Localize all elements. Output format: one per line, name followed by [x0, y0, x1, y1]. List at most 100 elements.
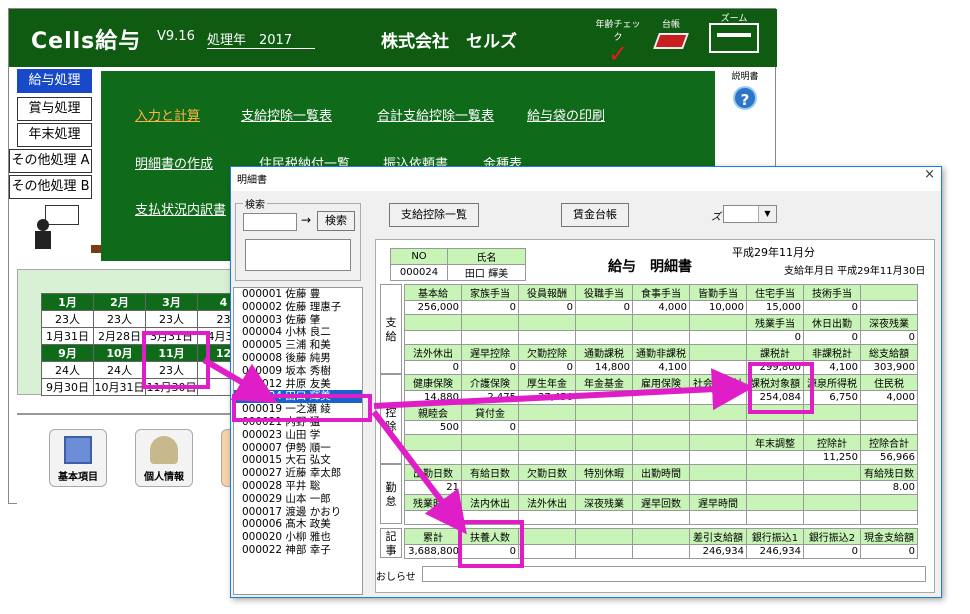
field-value[interactable]: 0	[461, 360, 519, 375]
field-value[interactable]	[632, 330, 690, 345]
employee-list-item[interactable]: 000029 山本 一郎	[242, 493, 362, 506]
field-value[interactable]	[632, 510, 690, 525]
field-value[interactable]	[575, 510, 633, 525]
field-value[interactable]: 0	[803, 544, 861, 559]
menu-total-pay-deduction-list[interactable]: 合計支給控除一覧表	[377, 105, 494, 124]
employee-list-item[interactable]: 000017 渡邊 かおり	[242, 506, 362, 519]
field-value[interactable]: 4,000	[632, 300, 690, 315]
zoom-select[interactable]: ▼	[723, 205, 777, 223]
month-cell[interactable]: 2月	[93, 293, 146, 311]
month-cell[interactable]: 3月	[145, 293, 198, 311]
field-value[interactable]	[689, 480, 747, 495]
field-value[interactable]	[518, 420, 576, 435]
employee-list-item[interactable]: 000002 佐藤 理惠子	[242, 301, 362, 314]
field-value[interactable]	[518, 330, 576, 345]
field-value[interactable]	[632, 480, 690, 495]
field-value[interactable]: 21	[404, 480, 462, 495]
field-value[interactable]	[632, 450, 690, 465]
field-value[interactable]: 4,000	[860, 390, 918, 405]
tab-bonus[interactable]: 賞与処理	[17, 97, 92, 121]
field-value[interactable]: 0	[518, 300, 576, 315]
field-value[interactable]: 0	[518, 360, 576, 375]
field-value[interactable]	[518, 544, 576, 559]
field-value[interactable]	[689, 510, 747, 525]
field-value[interactable]	[632, 544, 690, 559]
menu-print-pay-envelope[interactable]: 給与袋の印刷	[527, 105, 605, 124]
wage-ledger-button[interactable]: 賃金台帳	[561, 203, 629, 227]
menu-pay-deduction-list[interactable]: 支給控除一覧表	[241, 105, 332, 124]
field-value[interactable]: 0	[803, 330, 861, 345]
field-value[interactable]	[689, 360, 747, 375]
menu-input-calc[interactable]: 入力と計算	[135, 105, 200, 124]
field-value[interactable]	[404, 450, 462, 465]
personal-info-button[interactable]: 個人情報	[135, 429, 193, 487]
employee-list-item[interactable]: 000003 佐藤 肇	[242, 314, 362, 327]
notice-field[interactable]	[422, 566, 926, 582]
field-value[interactable]: 2,475	[461, 390, 519, 405]
field-value[interactable]: 0	[575, 300, 633, 315]
age-check-button[interactable]: 年齢チェック ✓	[595, 17, 641, 66]
field-value[interactable]	[689, 390, 747, 405]
field-value[interactable]: 11,250	[803, 450, 861, 465]
field-value[interactable]	[575, 390, 633, 405]
field-value[interactable]: 246,934	[689, 544, 747, 559]
employee-list-item[interactable]: 000007 伊勢 順一	[242, 442, 362, 455]
employee-list-item[interactable]: 000009 坂本 秀樹	[242, 365, 362, 378]
field-value[interactable]: 0	[803, 300, 861, 315]
field-value[interactable]	[689, 450, 747, 465]
manual-button[interactable]: 説明書 ?	[723, 69, 767, 110]
field-value[interactable]	[518, 480, 576, 495]
employee-list-item[interactable]: 000027 近藤 幸太郎	[242, 467, 362, 480]
field-value[interactable]	[632, 390, 690, 405]
tab-other-b[interactable]: その他処理 B	[9, 175, 92, 199]
field-value[interactable]: 500	[404, 420, 462, 435]
field-value[interactable]	[575, 544, 633, 559]
field-value[interactable]: 14,880	[404, 390, 462, 405]
zoom-icon[interactable]	[709, 23, 759, 53]
employee-list-item[interactable]: 000008 後藤 純男	[242, 352, 362, 365]
chevron-down-icon[interactable]: ▼	[758, 206, 776, 222]
employee-list-item[interactable]: 000028 平井 聡	[242, 480, 362, 493]
field-value[interactable]	[689, 330, 747, 345]
employee-list-item[interactable]: 000001 佐藤 豊	[242, 288, 362, 301]
field-value[interactable]: 4,100	[632, 360, 690, 375]
field-value[interactable]	[404, 510, 462, 525]
field-value[interactable]: 56,966	[860, 450, 918, 465]
field-value[interactable]: 0	[860, 544, 918, 559]
field-value[interactable]: 0	[860, 330, 918, 345]
menu-create-statement[interactable]: 明細書の作成	[135, 153, 213, 172]
field-value[interactable]	[461, 450, 519, 465]
month-cell[interactable]: 1月	[41, 293, 94, 311]
field-value[interactable]	[803, 480, 861, 495]
field-value[interactable]	[860, 420, 918, 435]
field-value[interactable]	[518, 510, 576, 525]
search-button[interactable]: 検索	[317, 211, 355, 231]
field-value[interactable]	[575, 330, 633, 345]
field-value[interactable]: 303,900	[860, 360, 918, 375]
employee-list-item[interactable]: 000022 神部 幸子	[242, 544, 362, 557]
field-value[interactable]: 14,800	[575, 360, 633, 375]
field-value[interactable]	[746, 420, 804, 435]
field-value[interactable]: 10,000	[689, 300, 747, 315]
field-value[interactable]	[689, 420, 747, 435]
process-year[interactable]: 処理年 2017	[207, 29, 315, 49]
field-value[interactable]	[746, 510, 804, 525]
field-value[interactable]: 0	[461, 420, 519, 435]
employee-list[interactable]: 000001 佐藤 豊 000002 佐藤 理惠子 000003 佐藤 肇 00000…	[233, 287, 363, 595]
field-value[interactable]	[746, 480, 804, 495]
field-value[interactable]	[461, 480, 519, 495]
field-value[interactable]: 3,688,800	[404, 544, 462, 559]
field-value[interactable]: 0	[746, 330, 804, 345]
month-cell[interactable]: 9月	[41, 344, 94, 362]
field-value[interactable]	[632, 420, 690, 435]
field-value[interactable]: 8.00	[860, 480, 918, 495]
field-value[interactable]: 15,000	[746, 300, 804, 315]
field-value[interactable]	[575, 450, 633, 465]
field-value[interactable]	[518, 450, 576, 465]
field-value[interactable]: 246,934	[746, 544, 804, 559]
field-value[interactable]	[746, 450, 804, 465]
tab-year-end[interactable]: 年末処理	[17, 123, 92, 147]
tab-other-a[interactable]: その他処理 A	[9, 149, 92, 173]
field-value[interactable]	[860, 300, 918, 315]
field-value[interactable]: 0	[404, 360, 462, 375]
